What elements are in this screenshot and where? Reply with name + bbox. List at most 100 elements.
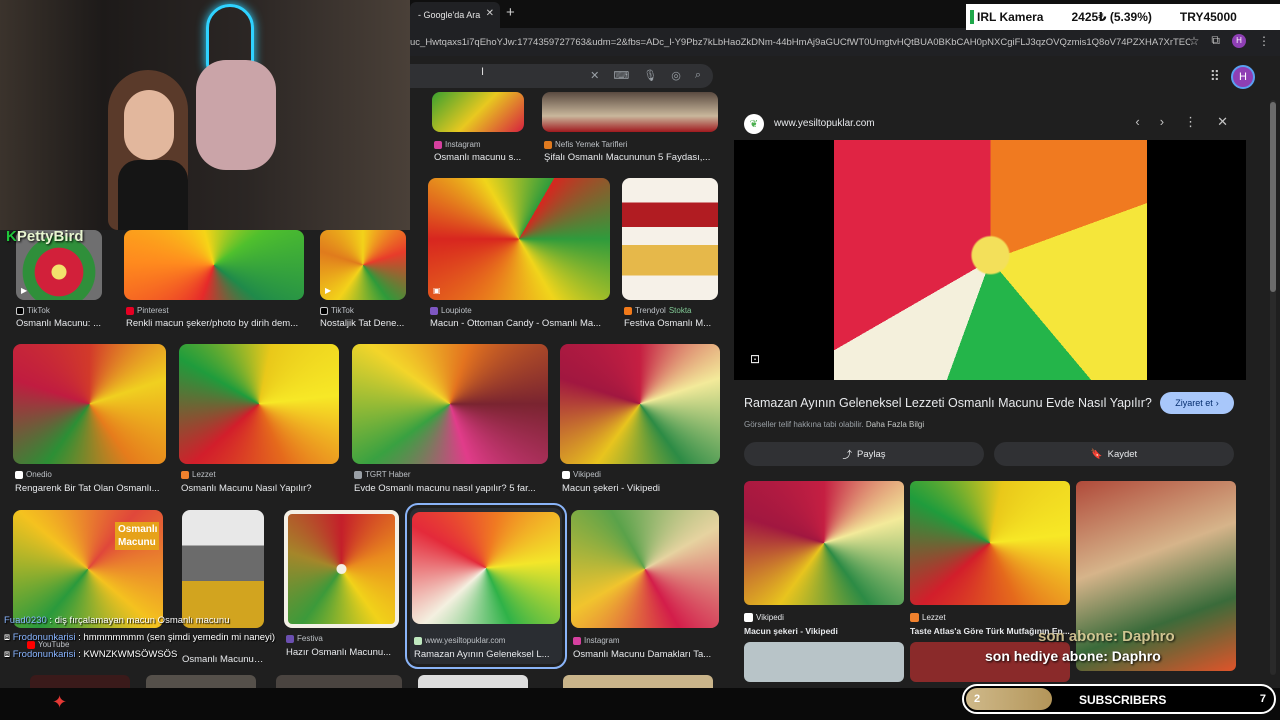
search-input[interactable]: ✕ ⌨ 🎙 ◎ ⌕: [410, 64, 713, 88]
result-title[interactable]: Nostaljik Tat Dene...: [320, 318, 408, 329]
streamer-tag: KPettyBird: [6, 228, 84, 245]
instagram-icon: [573, 636, 581, 645]
save-label: Kaydet: [1107, 448, 1138, 460]
result-thumbnail[interactable]: [182, 510, 264, 628]
browser-tab[interactable]: - Google'da Ara ✕: [410, 2, 500, 28]
source-favicon-icon: [15, 470, 23, 479]
result-title[interactable]: Renkli macun şeker/photo by dirih dem...: [126, 318, 306, 329]
preview-image-frame: ⊡: [734, 140, 1246, 380]
result-thumbnail[interactable]: [563, 675, 713, 688]
panel-domain[interactable]: www.yesiltopuklar.com: [774, 118, 875, 129]
result-title[interactable]: Osmanlı Macunu Nasıl Yapılır?: [181, 483, 339, 494]
related-thumbnail[interactable]: [744, 642, 904, 682]
result-source: Vikipedi: [573, 470, 601, 479]
close-tab-icon[interactable]: ✕: [486, 8, 494, 19]
tiktok-icon: [320, 306, 328, 315]
panel-scrollbar[interactable]: [1270, 100, 1276, 675]
clear-search-icon[interactable]: ✕: [590, 69, 599, 82]
result-thumbnail[interactable]: [284, 510, 399, 628]
result-title[interactable]: Osmanlı Macunu Damakları Ta...: [573, 649, 719, 660]
result-title[interactable]: Hazır Osmanlı Macunu...: [286, 647, 399, 658]
result-thumbnail[interactable]: ▣: [428, 178, 610, 300]
result-title[interactable]: Rengarenk Bir Tat Olan Osmanlı...: [15, 483, 165, 494]
result-thumbnail[interactable]: Osmanlı Macunu: [13, 510, 163, 628]
result-title[interactable]: Macun - Ottoman Candy - Osmanlı Ma...: [430, 318, 612, 329]
close-icon[interactable]: ✕: [1217, 114, 1228, 130]
next-icon[interactable]: ›: [1160, 114, 1164, 130]
extensions-icon[interactable]: ⧉: [1211, 33, 1220, 48]
new-tab-icon[interactable]: +: [506, 4, 515, 21]
visit-button-label: Ziyaret et: [1175, 398, 1213, 408]
visual-search-icon[interactable]: ⊡: [750, 352, 760, 366]
subscriber-count: 2: [974, 693, 981, 705]
copyright-note: Görseller telif hakkına tabi olabilir. D…: [744, 420, 924, 429]
google-apps-icon[interactable]: ⠿: [1210, 68, 1220, 85]
related-title[interactable]: Macun şekeri - Vikipedi: [744, 626, 904, 636]
result-thumbnail[interactable]: [571, 510, 719, 628]
preview-image[interactable]: [834, 140, 1147, 380]
browser-profile-avatar[interactable]: H: [1232, 33, 1246, 48]
result-thumbnail[interactable]: [352, 344, 548, 464]
result-title[interactable]: Macun şekeri - Vikipedi: [562, 483, 720, 494]
save-button[interactable]: 🔖 Kaydet: [994, 442, 1234, 466]
result-title[interactable]: Festiva Osmanlı M...: [624, 318, 720, 329]
browser-menu-icon[interactable]: ⋮: [1258, 34, 1270, 48]
result-thumbnail[interactable]: [124, 230, 304, 300]
tab-title: - Google'da Ara: [418, 10, 481, 20]
result-title[interactable]: Ramazan Ayının Geleneksel L...: [414, 649, 560, 660]
play-icon: ▶: [325, 286, 332, 295]
result-thumbnail[interactable]: [30, 675, 130, 688]
panel-title[interactable]: Ramazan Ayının Geleneksel Lezzeti Osmanl…: [744, 396, 1152, 410]
keyboard-icon[interactable]: ⌨: [613, 69, 629, 82]
learn-more-link[interactable]: Daha Fazla Bilgi: [866, 420, 924, 429]
lens-icon[interactable]: ◎: [671, 69, 681, 82]
more-options-icon[interactable]: ⋮: [1184, 114, 1197, 130]
result-thumbnail[interactable]: [412, 512, 560, 624]
tiktok-icon: [16, 306, 24, 315]
subscriber-goal-bar: 2 SUBSCRIBERS 7: [962, 684, 1276, 714]
result-thumbnail[interactable]: [432, 92, 524, 132]
result-source: Trendyol: [635, 306, 666, 315]
result-thumbnail[interactable]: [622, 178, 718, 300]
image-detail-panel: ❦ www.yesiltopuklar.com ‹ › ⋮ ✕ ⊡ Ramaza…: [734, 100, 1246, 690]
badge-icon: ⧈: [4, 632, 11, 643]
stock-badge: Stokta: [668, 306, 692, 315]
bookmark-star-icon[interactable]: ☆: [1189, 34, 1200, 48]
result-thumbnail[interactable]: ▶: [320, 230, 406, 300]
google-account-avatar[interactable]: H: [1231, 65, 1255, 89]
result-title[interactable]: Osmanlı Macunu: ...: [16, 318, 116, 329]
result-title[interactable]: Evde Osmanlı macunu nasıl yapılır? 5 far…: [354, 483, 550, 494]
related-source: Lezzet: [922, 613, 946, 622]
result-title[interactable]: Şifalı Osmanlı Macununun 5 Faydası,...: [544, 152, 720, 163]
visit-button[interactable]: Ziyaret et ›: [1160, 392, 1234, 414]
related-result[interactable]: Lezzet Taste Atlas'a Göre Türk Mutfağını…: [910, 481, 1070, 636]
result-thumbnail[interactable]: [542, 92, 718, 132]
chat-message: Fuad0230 : diş fırçalamayan macun Osmanl…: [4, 615, 230, 626]
address-bar[interactable]: uc_Hwtqaxs1i7qEhoYJw:1774359727763&udm=2…: [410, 32, 1190, 54]
result-source: Instagram: [584, 636, 620, 645]
selected-result-card[interactable]: www.yesiltopuklar.com Ramazan Ayının Gel…: [405, 503, 567, 669]
related-source: Vikipedi: [756, 613, 784, 622]
related-thumbnail[interactable]: [744, 481, 904, 605]
result-source: www.yesiltopuklar.com: [425, 636, 506, 645]
result-thumbnail[interactable]: [276, 675, 402, 688]
result-title[interactable]: Osmanlı macunu s...: [434, 152, 526, 163]
source-favicon-icon: [910, 613, 919, 622]
search-icon[interactable]: ⌕: [695, 69, 701, 82]
scrollbar-thumb[interactable]: [1270, 102, 1276, 292]
share-button[interactable]: ⤴ Paylaş: [744, 442, 984, 466]
chat-text: KWNZKWMSÖWSÖS: [83, 649, 178, 660]
share-label: Paylaş: [857, 448, 886, 460]
result-thumbnail[interactable]: [560, 344, 720, 464]
result-thumbnail[interactable]: [13, 344, 166, 464]
related-thumbnail[interactable]: [910, 481, 1070, 605]
related-result[interactable]: Vikipedi Macun şekeri - Vikipedi: [744, 481, 904, 636]
result-thumbnail[interactable]: [146, 675, 256, 688]
result-thumbnail[interactable]: [179, 344, 339, 464]
previous-icon[interactable]: ‹: [1135, 114, 1139, 130]
microphone-icon[interactable]: 🎙: [643, 69, 657, 82]
result-thumbnail[interactable]: [418, 675, 528, 688]
source-favicon-icon: [430, 306, 438, 315]
share-icon: ⤴: [842, 450, 852, 461]
result-source: Festiva: [297, 634, 323, 643]
